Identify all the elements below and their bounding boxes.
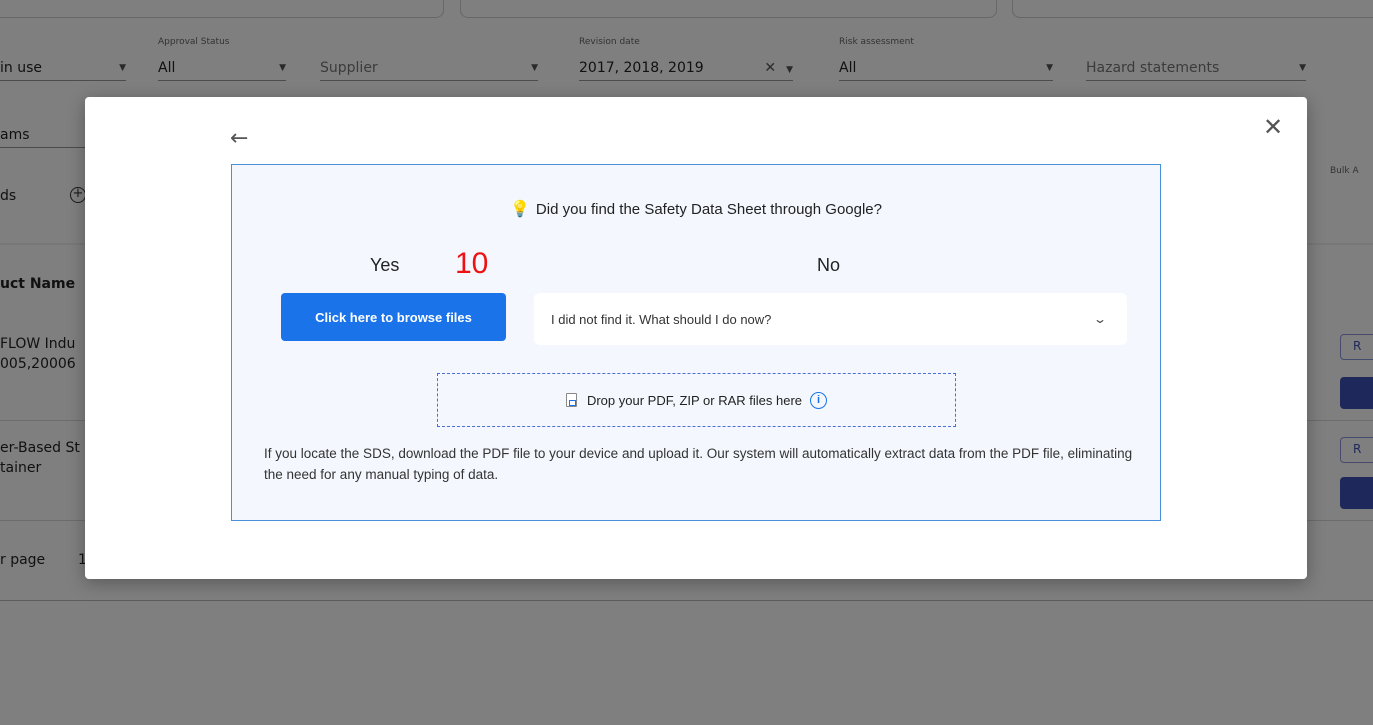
file-dropzone[interactable]: Drop your PDF, ZIP or RAR files here i	[437, 373, 956, 427]
close-icon[interactable]: ✕	[1263, 115, 1283, 139]
not-found-help-dropdown[interactable]: I did not find it. What should I do now?…	[534, 293, 1127, 345]
file-icon	[565, 393, 577, 407]
sds-upload-dialog: ✕ ← 💡 Did you find the Safety Data Sheet …	[85, 97, 1307, 579]
browse-files-button[interactable]: Click here to browse files	[281, 293, 506, 341]
dropzone-text: Drop your PDF, ZIP or RAR files here	[586, 392, 803, 408]
arrow-left-icon[interactable]: ←	[230, 127, 248, 151]
question-heading: 💡 Did you find the Safety Data Sheet thro…	[232, 199, 1160, 219]
info-icon[interactable]: i	[810, 391, 828, 409]
not-found-help-text: I did not find it. What should I do now?	[551, 311, 772, 327]
step-number: 10	[455, 247, 489, 280]
lightbulb-icon: 💡	[510, 201, 530, 218]
no-label: No	[817, 255, 841, 275]
yes-label: Yes	[370, 255, 400, 275]
upload-help-text: If you locate the SDS, download the PDF …	[264, 446, 1133, 482]
sds-source-panel: 💡 Did you find the Safety Data Sheet thro…	[231, 164, 1161, 521]
chevron-down-icon: ⌄	[1092, 312, 1108, 326]
question-text: Did you find the Safety Data Sheet throu…	[535, 201, 882, 218]
